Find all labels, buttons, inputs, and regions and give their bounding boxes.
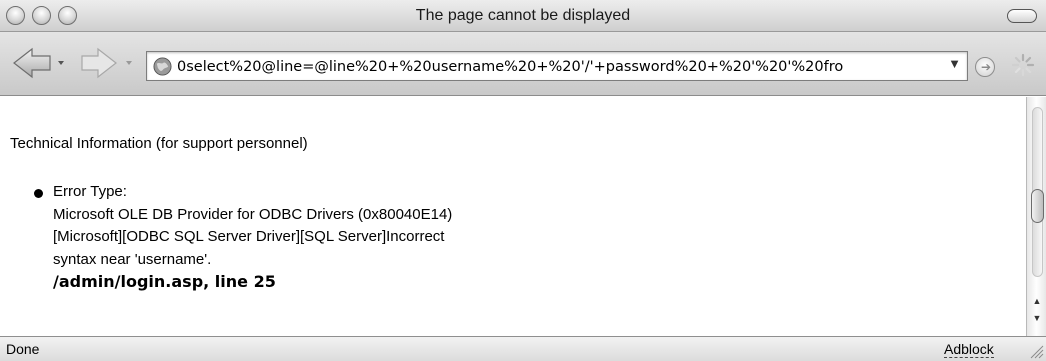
url-input[interactable] <box>177 57 937 77</box>
toolbar-toggle-button[interactable] <box>1007 9 1037 23</box>
error-location: /admin/login.asp, line 25 <box>53 272 276 291</box>
back-button[interactable] <box>12 46 68 80</box>
title-bar: The page cannot be displayed <box>0 0 1046 32</box>
status-text: Done <box>6 341 40 357</box>
error-line: syntax near 'username'. <box>53 250 212 268</box>
window-title: The page cannot be displayed <box>415 7 631 24</box>
error-line: [Microsoft][ODBC SQL Server Driver][SQL … <box>53 228 445 245</box>
back-arrow-icon <box>13 47 64 79</box>
go-button[interactable]: ➔ <box>975 57 995 77</box>
browser-window: The page cannot be displayed 0select%20@… <box>0 0 1046 361</box>
url-history-dropdown[interactable]: ▼ <box>948 56 961 71</box>
error-type-label: Error Type: <box>53 183 127 200</box>
scroll-thumb[interactable] <box>1031 189 1044 223</box>
error-details: Error Type: Microsoft OLE DB Provider fo… <box>53 181 452 294</box>
forward-button[interactable] <box>80 46 136 80</box>
bullet-icon <box>34 189 43 198</box>
vertical-scrollbar[interactable]: ▲ ▼ <box>1026 97 1046 336</box>
technical-info-heading: Technical Information (for support perso… <box>10 135 308 152</box>
resize-grip-icon[interactable] <box>1028 343 1044 359</box>
forward-arrow-icon <box>81 47 132 79</box>
scroll-down-arrow-icon[interactable]: ▼ <box>1031 313 1043 323</box>
error-line: Microsoft OLE DB Provider for ODBC Drive… <box>53 205 453 223</box>
scroll-up-arrow-icon[interactable]: ▲ <box>1031 296 1043 306</box>
globe-icon <box>153 57 172 76</box>
go-icon: ➔ <box>981 60 992 74</box>
page-content: Technical Information (for support perso… <box>0 97 1026 336</box>
adblock-button[interactable]: Adblock <box>944 341 994 358</box>
loading-spinner-icon <box>1011 53 1035 77</box>
address-bar[interactable]: ▼ <box>146 51 968 81</box>
status-bar: Done Adblock <box>0 336 1046 361</box>
navigation-toolbar: ▼ ➔ <box>0 32 1046 96</box>
